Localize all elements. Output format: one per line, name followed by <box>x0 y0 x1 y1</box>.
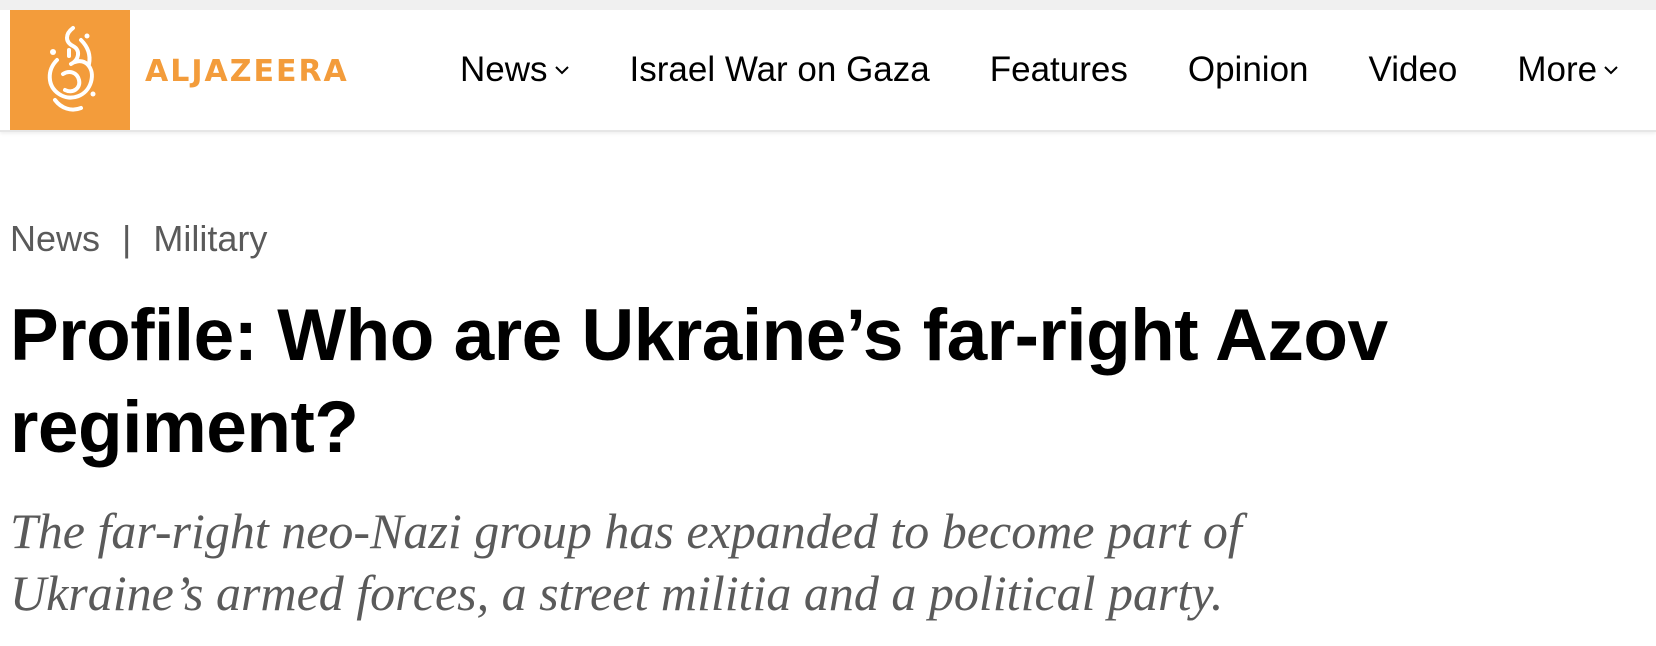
nav-item-news[interactable]: News <box>460 50 570 90</box>
breadcrumb-separator: | <box>122 218 132 259</box>
article-standfirst: The far-right neo-Nazi group has expande… <box>10 503 1242 621</box>
breadcrumb-topic-link[interactable]: Military <box>153 218 267 260</box>
breadcrumb-section-link[interactable]: News <box>10 218 100 260</box>
top-strip <box>0 0 1656 10</box>
nav-item-video[interactable]: Video <box>1369 50 1458 90</box>
nav-item-features[interactable]: Features <box>990 50 1128 90</box>
logo[interactable] <box>10 10 130 130</box>
nav-item-label: Israel War on Gaza <box>629 50 930 89</box>
nav-item-label: Features <box>989 50 1128 89</box>
brand-wordmark[interactable]: ALJAZEERA <box>145 54 349 89</box>
nav-item-label: Opinion <box>1187 50 1309 89</box>
nav-item-israel-war-on-gaza[interactable]: Israel War on Gaza <box>630 50 930 90</box>
main-nav: News Israel War on Gaza Features Opinion… <box>460 10 1619 130</box>
nav-item-opinion[interactable]: Opinion <box>1188 50 1309 90</box>
nav-item-label: Video <box>1368 50 1458 89</box>
site-header: ALJAZEERA News Israel War on Gaza Featur… <box>0 10 1656 132</box>
nav-item-label: News <box>460 50 548 89</box>
nav-item-label: More <box>1517 50 1598 89</box>
article-headline: Profile: Who are Ukraine’s far-right Azo… <box>10 295 1388 468</box>
chevron-down-icon <box>554 65 570 75</box>
aljazeera-logo-icon <box>47 26 96 112</box>
nav-item-more[interactable]: More <box>1517 50 1619 90</box>
breadcrumb: News | Military <box>10 218 267 260</box>
chevron-down-icon <box>1603 65 1619 75</box>
